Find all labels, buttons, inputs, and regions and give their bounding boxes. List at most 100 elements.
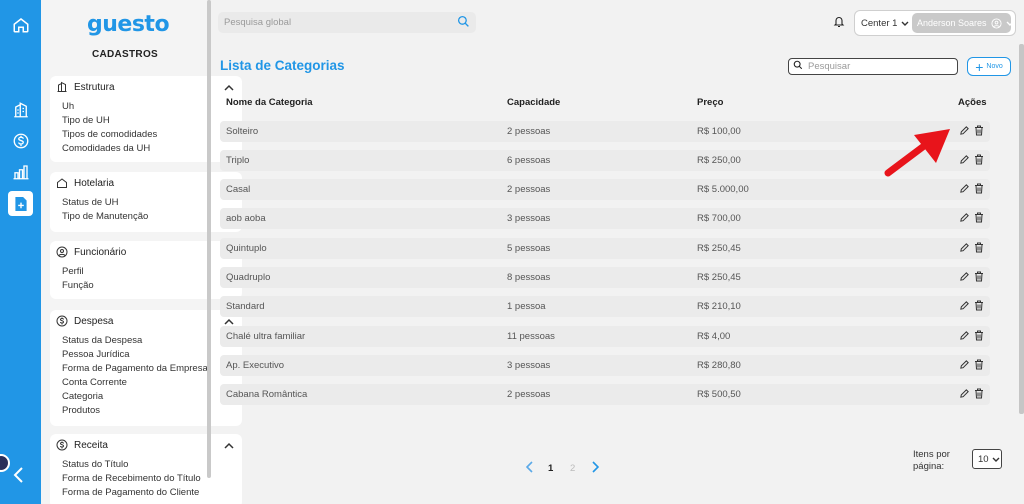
category-name: aob aoba: [226, 213, 266, 224]
category-price: R$ 4,00: [697, 331, 731, 342]
bar-chart-icon[interactable]: [8, 159, 33, 184]
per-page-label: Itens por página:: [913, 449, 950, 472]
category-name: Triplo: [226, 155, 250, 166]
sidebar: guesto CADASTROS Estrutura Uh Tipo de UH…: [41, 0, 242, 504]
dollar-icon: [56, 439, 68, 451]
sidebar-item-categoria[interactable]: Categoria: [62, 390, 242, 404]
sidebar-item-conta-corrente[interactable]: Conta Corrente: [62, 376, 242, 390]
sidebar-item-pessoa-juridica[interactable]: Pessoa Jurídica: [62, 348, 242, 362]
sidebar-item-status-do-titulo[interactable]: Status do Título: [62, 458, 242, 472]
home-icon: [56, 177, 68, 189]
global-search-input[interactable]: [224, 17, 457, 28]
trash-icon[interactable]: [974, 125, 984, 136]
pencil-icon[interactable]: [959, 300, 970, 311]
sidebar-item-tipo-de-manutencao[interactable]: Tipo de Manutenção: [62, 210, 242, 224]
plus-icon: +: [975, 58, 984, 75]
brand-logo: guesto: [87, 12, 170, 37]
category-price: R$ 5.000,00: [697, 184, 749, 195]
sidebar-item-funcao[interactable]: Função: [62, 279, 242, 293]
trash-icon[interactable]: [974, 242, 984, 253]
table-row: Quadruplo 8 pessoas R$ 250,45: [220, 267, 990, 288]
dollar-icon[interactable]: [8, 128, 33, 153]
assistant-icon[interactable]: [0, 454, 10, 472]
pencil-icon[interactable]: [959, 183, 970, 194]
category-price: R$ 500,50: [697, 389, 741, 400]
sidebar-item-uh[interactable]: Uh: [62, 100, 242, 114]
chevron-up-icon[interactable]: [224, 442, 234, 449]
table-row: Cabana Romântica 2 pessoas R$ 500,50: [220, 384, 990, 405]
pencil-icon[interactable]: [959, 359, 970, 370]
page-1[interactable]: 1: [548, 463, 553, 474]
sidebar-item-forma-de-pagamento-da-empresa[interactable]: Forma de Pagamento da Empresa: [62, 362, 242, 376]
category-capacity: 6 pessoas: [507, 155, 551, 166]
sidebar-item-produtos[interactable]: Produtos: [62, 404, 242, 418]
trash-icon[interactable]: [974, 359, 984, 370]
category-price: R$ 250,45: [697, 272, 741, 283]
trash-icon[interactable]: [974, 300, 984, 311]
red-arrow-icon: [884, 127, 956, 184]
chevron-down-icon: [992, 454, 1000, 465]
trash-icon[interactable]: [974, 388, 984, 399]
trash-icon[interactable]: [974, 212, 984, 223]
sidebar-item-comodidades-da-uh[interactable]: Comodidades da UH: [62, 142, 242, 156]
column-header-name: Nome da Categoria: [226, 97, 313, 108]
table-row: Solteiro 2 pessoas R$ 100,00: [220, 121, 990, 142]
category-name: Casal: [226, 184, 251, 195]
bell-icon[interactable]: [833, 15, 845, 31]
chevron-down-icon: [901, 18, 909, 29]
chevron-left-icon[interactable]: [12, 466, 26, 487]
pencil-icon[interactable]: [959, 330, 970, 341]
sidebar-group-receita: Receita Status do Título Forma de Recebi…: [50, 434, 242, 504]
sidebar-scrollbar[interactable]: [207, 0, 211, 478]
sidebar-item-tipos-de-comodidades[interactable]: Tipos de comodidades: [62, 128, 242, 142]
per-page-select[interactable]: 10: [972, 449, 1002, 469]
pencil-icon[interactable]: [959, 242, 970, 253]
sidebar-item-forma-de-recebimento-do-titulo[interactable]: Forma de Recebimento do Título: [62, 472, 242, 486]
chevron-up-icon[interactable]: [224, 84, 234, 91]
pencil-icon[interactable]: [959, 388, 970, 399]
pencil-icon[interactable]: [959, 212, 970, 223]
trash-icon[interactable]: [974, 154, 984, 165]
category-name: Standard: [226, 301, 265, 312]
chevron-down-icon: [1006, 21, 1014, 26]
pencil-icon[interactable]: [959, 271, 970, 282]
list-search: [788, 58, 958, 75]
category-capacity: 11 pessoas: [507, 331, 555, 342]
sidebar-item-tipo-de-uh[interactable]: Tipo de UH: [62, 114, 242, 128]
sidebar-item-perfil[interactable]: Perfil: [62, 265, 242, 279]
column-header-price: Preço: [697, 97, 724, 108]
sidebar-item-status-da-despesa[interactable]: Status da Despesa: [62, 334, 242, 348]
list-search-input[interactable]: [808, 61, 948, 72]
category-name: Cabana Romântica: [226, 389, 308, 400]
sidebar-item-status-de-uh[interactable]: Status de UH: [62, 196, 242, 210]
sidebar-item-forma-de-pagamento-do-cliente[interactable]: Forma de Pagamento do Cliente: [62, 486, 242, 500]
trash-icon[interactable]: [974, 271, 984, 282]
group-header[interactable]: Funcionário: [50, 241, 242, 263]
category-price: R$ 210,10: [697, 301, 741, 312]
pencil-icon[interactable]: [959, 125, 970, 136]
page-2[interactable]: 2: [570, 463, 575, 474]
group-header[interactable]: Receita: [50, 434, 242, 456]
category-price: R$ 100,00: [697, 126, 741, 137]
chevron-left-icon[interactable]: [525, 461, 534, 476]
table-row: Standard 1 pessoa R$ 210,10: [220, 296, 990, 317]
home-icon[interactable]: [8, 12, 33, 37]
group-header[interactable]: Estrutura: [50, 76, 242, 98]
pencil-icon[interactable]: [959, 154, 970, 165]
user-menu[interactable]: Anderson Soares: [912, 13, 1014, 33]
group-header[interactable]: Despesa: [50, 310, 242, 332]
new-button[interactable]: + Novo: [967, 57, 1011, 76]
building-icon[interactable]: [8, 97, 33, 122]
building-icon: [56, 81, 68, 93]
trash-icon[interactable]: [974, 330, 984, 341]
trash-icon[interactable]: [974, 183, 984, 194]
category-price: R$ 700,00: [697, 213, 741, 224]
document-add-icon[interactable]: [8, 191, 33, 216]
search-icon[interactable]: [457, 15, 470, 31]
group-header[interactable]: Hotelaria: [50, 172, 242, 194]
chevron-up-icon[interactable]: [224, 318, 234, 325]
page-scrollbar[interactable]: [1019, 44, 1024, 414]
center-select[interactable]: Center 1: [855, 18, 910, 29]
category-name: Quintuplo: [226, 243, 267, 254]
chevron-right-icon[interactable]: [591, 461, 600, 476]
